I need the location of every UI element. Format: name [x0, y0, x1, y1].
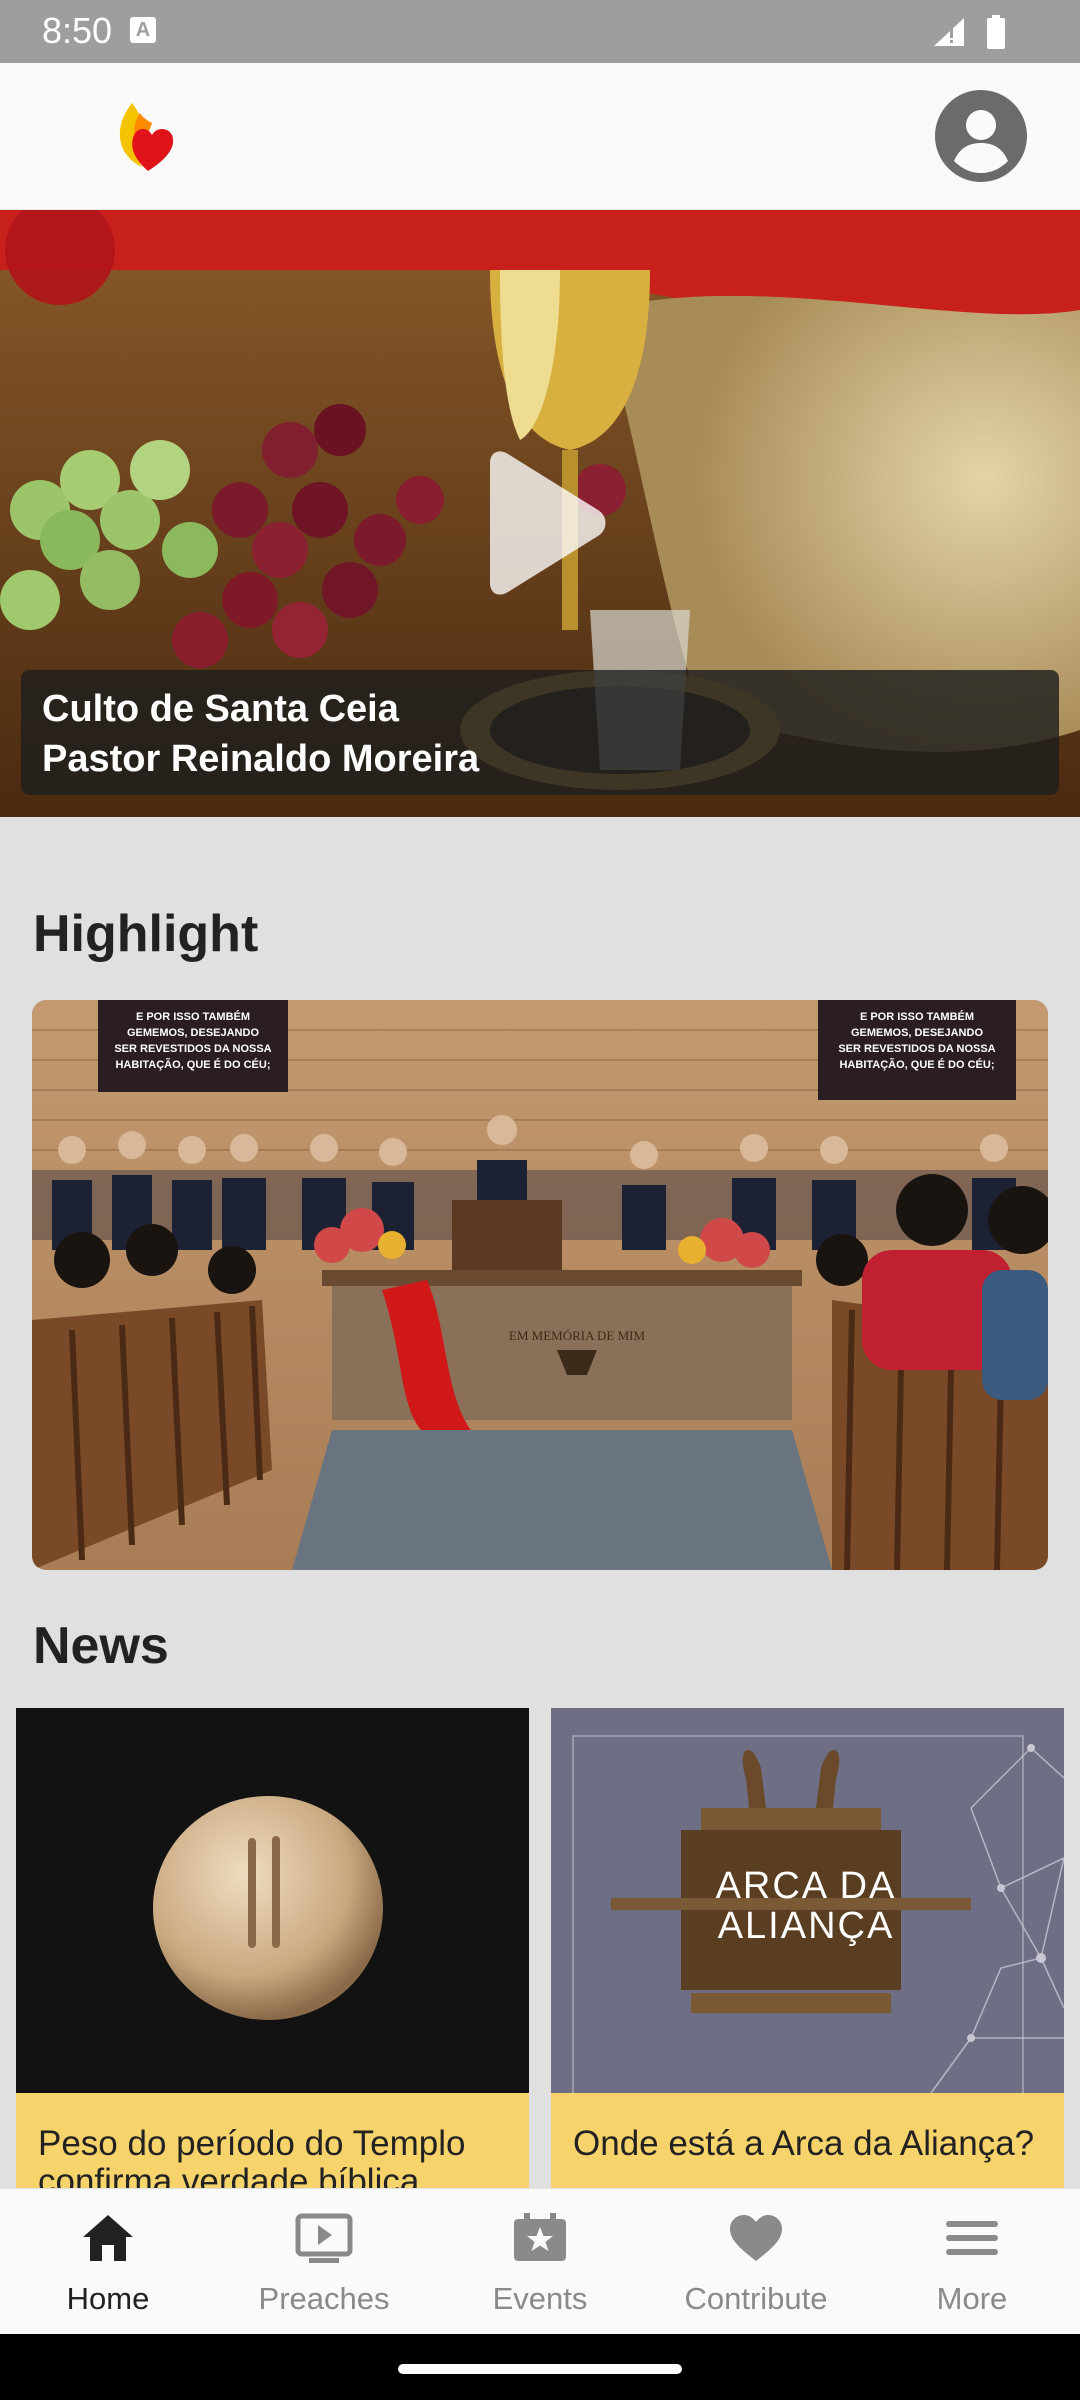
hero-title: Culto de Santa Ceia — [42, 688, 399, 730]
nav-label: Home — [66, 2281, 150, 2316]
hero-video[interactable]: Culto de Santa Ceia Pastor Reinaldo More… — [0, 210, 1080, 817]
ark-of-covenant-illustration: ARCA DA ALIANÇA — [551, 1708, 1064, 2093]
news-card[interactable]: ARCA DA ALIANÇA Onde está a Arca da Alia… — [551, 1708, 1064, 2188]
svg-text:SER REVESTIDOS DA NOSSA: SER REVESTIDOS DA NOSSA — [838, 1043, 995, 1055]
news-title: Peso do período do Templo confirma verda… — [16, 2093, 529, 2188]
heart-icon — [730, 2215, 782, 2261]
highlight-card[interactable]: E POR ISSO TAMBÉM GEMEMOS, DESEJANDO SER… — [32, 1000, 1048, 1570]
play-icon[interactable] — [480, 448, 610, 598]
news-card[interactable]: Peso do período do Templo confirma verda… — [16, 1708, 529, 2188]
ark-title-line2: ALIANÇA — [718, 1905, 895, 1947]
status-time: 8:50 — [42, 10, 113, 51]
app-header — [0, 63, 1080, 210]
svg-text:SER REVESTIDOS DA NOSSA: SER REVESTIDOS DA NOSSA — [114, 1043, 271, 1055]
video-icon — [295, 2213, 353, 2263]
svg-text:HABITAÇÃO, QUE É DO CÉU;: HABITAÇÃO, QUE É DO CÉU; — [115, 1058, 270, 1071]
nav-home[interactable]: Home — [0, 2189, 216, 2335]
nav-label: More — [936, 2281, 1008, 2316]
svg-text:GEMEMOS, DESEJANDO: GEMEMOS, DESEJANDO — [127, 1027, 259, 1039]
highlight-heading: Highlight — [33, 905, 259, 963]
flame-heart-logo[interactable] — [112, 95, 184, 175]
news-title: Onde está a Arca da Aliança? — [551, 2093, 1064, 2188]
nav-preaches[interactable]: Preaches — [216, 2189, 432, 2335]
nav-label: Contribute — [684, 2281, 828, 2316]
home-gesture-handle[interactable] — [398, 2364, 682, 2374]
star-calendar-icon — [514, 2213, 566, 2261]
svg-text:GEMEMOS, DESEJANDO: GEMEMOS, DESEJANDO — [851, 1027, 983, 1039]
stone-weight-photo — [16, 1708, 529, 2093]
svg-text:HABITAÇÃO, QUE É DO CÉU;: HABITAÇÃO, QUE É DO CÉU; — [839, 1058, 994, 1071]
church-service-photo: E POR ISSO TAMBÉM GEMEMOS, DESEJANDO SER… — [32, 1000, 1048, 1570]
nav-contribute[interactable]: Contribute — [648, 2189, 864, 2335]
ark-title-line1: ARCA DA — [716, 1865, 897, 1907]
nav-label: Preaches — [258, 2281, 390, 2316]
nav-events[interactable]: Events — [432, 2189, 648, 2335]
svg-text:E POR ISSO TAMBÉM: E POR ISSO TAMBÉM — [136, 1010, 250, 1023]
hero-subtitle: Pastor Reinaldo Moreira — [42, 738, 480, 780]
nav-more[interactable]: More — [864, 2189, 1080, 2335]
system-gesture-area — [0, 2334, 1080, 2400]
battery-icon — [987, 15, 1005, 49]
status-bar: 8:50 A — [0, 0, 1080, 63]
home-icon — [83, 2215, 133, 2261]
signal-icon — [934, 18, 964, 46]
hero-caption: Culto de Santa Ceia Pastor Reinaldo More… — [21, 670, 1059, 795]
svg-text:E POR ISSO TAMBÉM: E POR ISSO TAMBÉM — [860, 1010, 974, 1023]
nav-label: Events — [492, 2281, 588, 2316]
news-heading: News — [33, 1617, 169, 1675]
notification-a-icon: A — [130, 17, 156, 43]
svg-text:EM MEMÓRIA DE MIM: EM MEMÓRIA DE MIM — [509, 1328, 646, 1343]
account-circle-icon[interactable] — [934, 89, 1028, 183]
menu-icon — [946, 2221, 998, 2255]
bottom-navigation: Home Preaches Events Contribute More — [0, 2188, 1080, 2334]
